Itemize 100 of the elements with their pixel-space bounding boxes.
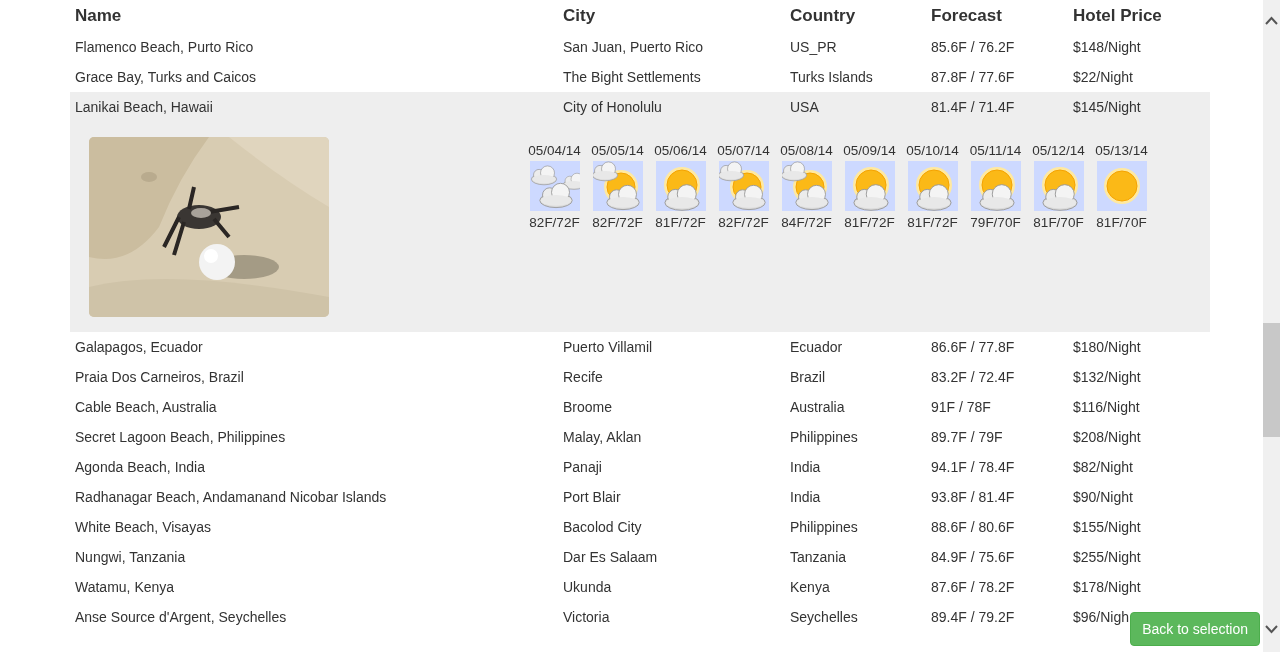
table-row[interactable]: White Beach, Visayas Bacolod City Philippines 88.6F / 80.6F $155/Night [70,512,1141,542]
weather-icon [529,161,580,211]
table-cell-text: Ukunda [562,579,613,595]
forecast-temps: 82F/72F [592,215,643,230]
forecast-date: 05/06/14 [654,143,707,158]
table-cell-text: Recife [562,369,604,385]
column-header[interactable]: Country [785,6,926,26]
table-cell-text: 91F / 78F [930,399,992,415]
table-cell-text: Tanzania [789,549,848,565]
table-row[interactable]: Watamu, Kenya Ukunda Kenya 87.6F / 78.2F $178/Night [70,572,1141,602]
forecast-temps: 81F/72F [844,215,895,230]
table-cell-text: Anse Source d'Argent, Seychelles [74,609,288,625]
table-row[interactable]: Grace Bay, Turks and Caicos The Bight Settlements Turks Islands 87.8F / 77.6F $22/Night [70,62,1133,92]
table-cell-text: Ecuador [789,339,844,355]
table-row[interactable]: Flamenco Beach, Purto Rico San Juan, Puerto Rico US_PR 85.6F / 76.2F $148/Night [70,32,1141,62]
table-cell-text: 89.7F / 79F [930,429,1004,445]
table-cell-text: Panaji [562,459,603,475]
table-cell-text: $82/Night [1072,459,1133,475]
forecast-date: 05/09/14 [843,143,896,158]
table-cell-text: India [789,459,822,475]
table-cell-text: USA [789,99,820,115]
weather-icon [592,161,643,211]
table-cell-text: Kenya [789,579,831,595]
table-cell-text: Dar Es Salaam [562,549,659,565]
table-cell-text: Malay, Aklan [562,429,643,445]
table-cell-text: 83.2F / 72.4F [930,369,1016,385]
table-row[interactable]: Anse Source d'Argent, Seychelles Victoria Seychelles 89.4F / 79.2F $96/Nigh [70,602,1130,632]
table-cell-text: Lanikai Beach, Hawaii [74,99,214,115]
table-row[interactable]: Nungwi, Tanzania Dar Es Salaam Tanzania 84.9F / 75.6F $255/Night [70,542,1141,572]
table-cell-text: Flamenco Beach, Purto Rico [74,39,255,55]
forecast-date: 05/07/14 [717,143,770,158]
table-cell-text: Cable Beach, Australia [74,399,218,415]
forecast-temps: 81F/72F [655,215,706,230]
table-cell-text: Agonda Beach, India [74,459,206,475]
table-row[interactable]: Secret Lagoon Beach, Philippines Malay, Aklan Philippines 89.7F / 79F $208/Night [70,422,1141,452]
table-cell-text: $255/Night [1072,549,1141,565]
table-cell-text: Watamu, Kenya [74,579,176,595]
scroll-up-icon[interactable] [1265,16,1278,26]
table-cell-text: 88.6F / 80.6F [930,519,1016,535]
table-cell-text: Bacolod City [562,519,643,535]
table-cell-text: 81.4F / 71.4F [930,99,1016,115]
table-cell-text: Broome [562,399,614,415]
forecast-temps: 82F/72F [529,215,580,230]
table-row[interactable]: Radhanagar Beach, Andamanand Nicobar Islands Port Blair India 93.8F / 81.4F $90/Night [70,482,1133,512]
forecast-temps: 81F/70F [1033,215,1084,230]
forecast-temps: 81F/70F [1096,215,1147,230]
table-cell-text: 89.4F / 79.2F [930,609,1016,625]
table-row[interactable]: Praia Dos Carneiros, Brazil Recife Brazil 83.2F / 72.4F $132/Night [70,362,1141,392]
table-cell-text: US_PR [789,39,838,55]
table-cell-text: $96/Nigh [1072,609,1130,625]
column-header[interactable]: Forecast [926,6,1068,26]
table-cell-text: 84.9F / 75.6F [930,549,1016,565]
table-cell-text: $180/Night [1072,339,1141,355]
table-cell-text: San Juan, Puerto Rico [562,39,705,55]
weather-icon [718,161,769,211]
scroll-thumb[interactable] [1263,323,1280,437]
table-cell-text: Brazil [789,369,826,385]
table-row-highlight[interactable]: Lanikai Beach, Hawaii City of Honolulu USA 81.4F / 71.4F $145/Night [70,92,1210,122]
table-cell-text: Radhanagar Beach, Andamanand Nicobar Islands [74,489,388,505]
column-header[interactable]: City [558,6,785,26]
weather-icon [844,161,895,211]
column-header[interactable]: Name [70,6,558,26]
table-row[interactable]: Agonda Beach, India Panaji India 94.1F / 78.4F $82/Night [70,452,1133,482]
forecast-temps: 84F/72F [781,215,832,230]
scroll-down-icon[interactable] [1265,624,1278,634]
table-cell-text: Philippines [789,429,859,445]
table-cell-text: The Bight Settlements [562,69,702,85]
table-cell-text: India [789,489,822,505]
table-cell-text: $116/Night [1072,399,1140,415]
forecast-date: 05/10/14 [906,143,959,158]
table-row[interactable]: Cable Beach, Australia Broome Australia 91F / 78F $116/Night [70,392,1140,422]
table-cell-text: Puerto Villamil [562,339,654,355]
table-cell-text: $90/Night [1072,489,1133,505]
table-cell-text: Secret Lagoon Beach, Philippines [74,429,287,445]
table-cell-text: Port Blair [562,489,622,505]
forecast-temps: 81F/72F [907,215,958,230]
table-cell-text: Australia [789,399,846,415]
column-header[interactable]: Hotel Price [1068,6,1210,26]
table-cell-text: $178/Night [1072,579,1141,595]
table-cell-text: White Beach, Visayas [74,519,212,535]
weather-icon [655,161,706,211]
weather-icon [907,161,958,211]
forecast-date: 05/11/14 [969,143,1022,158]
forecast-date: 05/05/14 [591,143,644,158]
forecast-date: 05/13/14 [1095,143,1148,158]
forecast-date: 05/08/14 [780,143,833,158]
table-cell-text: $208/Night [1072,429,1141,445]
forecast-date: 05/04/14 [528,143,581,158]
table-cell-text: Seychelles [789,609,859,625]
table-cell-text: $132/Night [1072,369,1141,385]
table-cell-text: Nungwi, Tanzania [74,549,187,565]
table-row[interactable]: Galapagos, Ecuador Puerto Villamil Ecuador 86.6F / 77.8F $180/Night [70,332,1141,362]
table-cell-text: Turks Islands [789,69,874,85]
table-cell-text: $145/Night [1072,99,1142,115]
table-cell-text: $22/Night [1072,69,1133,85]
weather-icon [1096,161,1147,211]
table-cell-text: 87.6F / 78.2F [930,579,1016,595]
table-cell-text: Galapagos, Ecuador [74,339,204,355]
scrollbar[interactable] [1263,0,1280,652]
table-cell-text: 85.6F / 76.2F [930,39,1016,55]
